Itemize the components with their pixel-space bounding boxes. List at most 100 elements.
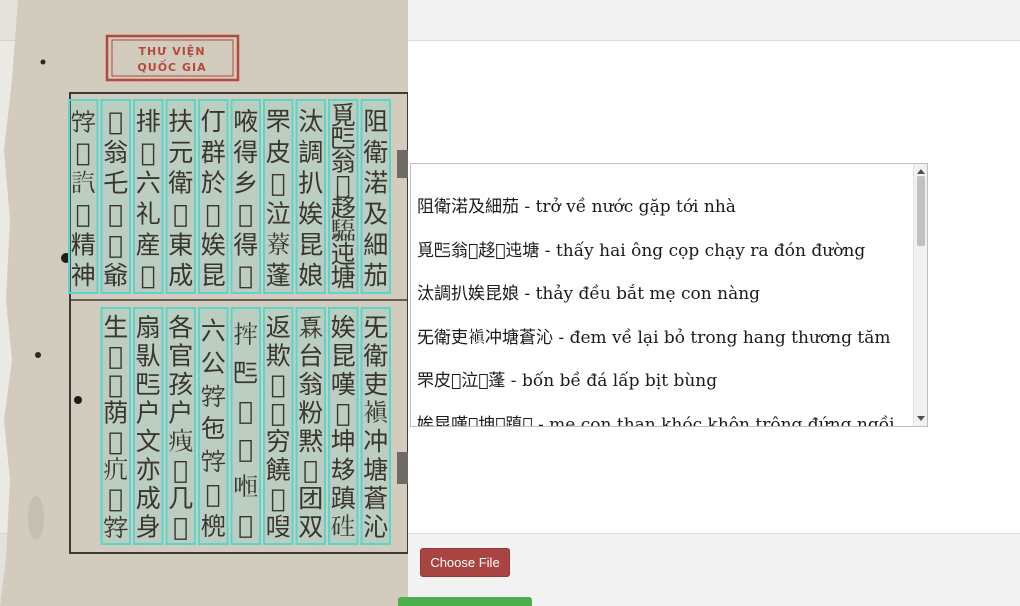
manuscript-glyph: 仃	[201, 107, 226, 136]
manuscript-glyph: 𠊛	[136, 342, 161, 371]
manuscript-glyph: 𫁰	[108, 200, 123, 229]
manuscript-glyph: 身	[136, 513, 161, 542]
manuscript-glyph: 神	[71, 261, 96, 290]
han-nom-text: 阻衛渃及細茄	[417, 197, 519, 217]
manuscript-glyph: 細	[363, 230, 388, 259]
manuscript-glyph: 塘	[363, 456, 388, 485]
manuscript-glyph: 欺	[266, 342, 291, 371]
manuscript-glyph: 嘆	[331, 370, 356, 399]
manuscript-glyph: 乇	[103, 169, 128, 198]
manuscript-glyph: 塘	[331, 263, 356, 292]
vietnamese-text: trở về nước gặp tới nhà	[535, 197, 736, 217]
separator: -	[532, 414, 550, 427]
manuscript-glyph: 調	[298, 138, 323, 167]
vietnamese-text: thảy đều bắt mẹ con nàng	[535, 284, 761, 304]
manuscript-glyph: 汰	[298, 107, 323, 136]
manuscript-glyph: 娭	[331, 313, 356, 342]
manuscript-glyph: 成	[136, 484, 161, 513]
transcription-line: 旡衛吏𧜖冲塘蒼沁 - đem về lại bỏ trong hang thươ…	[417, 323, 911, 367]
manuscript-glyph: 𨁪	[108, 427, 123, 456]
manuscript-glyph: 𥑥	[331, 513, 356, 542]
manuscript-glyph: 蓬	[266, 261, 291, 290]
manuscript-glyph: 東	[168, 230, 193, 259]
separator: -	[519, 197, 536, 217]
manuscript-glyph: 娘	[298, 261, 323, 290]
transcription-line: 娭昆嘆𠸗坤𠫾蹎𥑥 - mẹ con than khóc khôn trông đ…	[417, 410, 911, 427]
manuscript-glyph: 吏	[363, 370, 388, 399]
scroll-down-arrow-icon[interactable]	[917, 416, 925, 421]
manuscript-glyph: 官	[168, 342, 193, 371]
manuscript-glyph: 昆	[298, 230, 323, 259]
manuscript-glyph: 成	[168, 261, 193, 290]
manuscript-glyph: 得	[233, 230, 258, 259]
manuscript-glyph: 爺	[103, 261, 128, 290]
manuscript-glyph: 𠀧	[233, 359, 258, 388]
transcription-line: 覓𠀧翁𤠄趍𩧍迍塘 - thấy hai ông cọp chạy ra đón …	[417, 236, 911, 280]
manuscript-glyph: 翁	[298, 370, 323, 399]
manuscript-glyph: 𡨸	[201, 447, 226, 476]
manuscript-glyph: 六	[201, 316, 226, 345]
manuscript-glyph: 蹎	[331, 484, 356, 513]
manuscript-glyph: 皮	[266, 138, 291, 167]
manuscript-glyph: 娭	[201, 230, 226, 259]
manuscript-glyph: 𡛔	[108, 230, 123, 259]
transcription-line: 罘皮𢬗泣𦼔蓬 - bốn bề đá lấp bịt bùng	[417, 366, 911, 410]
scrollbar[interactable]	[913, 164, 927, 426]
manuscript-glyph: 翁	[103, 138, 128, 167]
han-nom-text: 汰調扒娭昆娘	[417, 284, 519, 304]
manuscript-glyph: 及	[363, 200, 388, 229]
han-nom-text: 娭昆嘆𠸗坤𠫾蹎𥑥	[417, 414, 533, 427]
manuscript-glyph: 粉	[298, 399, 323, 428]
choose-file-button[interactable]: Choose File	[420, 548, 510, 577]
manuscript-glyph: 罘	[266, 107, 291, 136]
manuscript-glyph: 𡛔	[238, 200, 253, 229]
transcription-panel[interactable]: 阻衛渃及細茄 - trở về nước gặp tới nhà 覓𠀧翁𤠄趍𩧍迍塘…	[410, 163, 928, 427]
manuscript-glyph: 𤵺	[168, 427, 193, 456]
manuscript-glyph: 穷	[266, 427, 291, 456]
svg-text:THƯ VIỆN: THƯ VIỆN	[138, 45, 205, 58]
manuscript-glyph: 𡦂	[201, 382, 226, 411]
manuscript-glyph: 排	[136, 107, 161, 136]
manuscript-glyph: 几	[168, 484, 193, 513]
manuscript-glyph: 産	[136, 230, 161, 259]
manuscript-glyph: 黙	[298, 427, 323, 456]
manuscript-glyph: 𢬗	[238, 397, 253, 426]
manuscript-glyph: 荫	[103, 399, 128, 428]
manuscript-glyph: 户	[136, 399, 161, 428]
manuscript-glyph: 团	[298, 484, 323, 513]
manuscript-glyph: 𣋀	[206, 479, 221, 508]
scrollbar-thumb[interactable]	[917, 176, 925, 246]
scroll-up-arrow-icon[interactable]	[917, 169, 925, 174]
manuscript-glyph: 𥚄	[206, 200, 221, 229]
han-nom-text: 旡衛吏𧜖冲塘蒼沁	[417, 327, 553, 348]
han-nom-text: 覓𠀧翁𤠄趍𩧍迍塘	[417, 240, 540, 261]
manuscript-scan-image: THƯ VIỆN QUỐC GIA 阻衛渃及細茄覓𠀧翁𤠄趍𩧍迍塘汰調扒娭昆娘罘皮…	[0, 0, 408, 606]
vietnamese-text: bốn bề đá lấp bịt bùng	[521, 371, 718, 391]
manuscript-glyph: 精	[71, 230, 96, 259]
manuscript-glyph: 台	[298, 342, 323, 371]
separator: -	[553, 327, 570, 348]
manuscript-glyph: 衛	[363, 342, 388, 371]
manuscript-glyph: 𢬣	[108, 370, 123, 399]
manuscript-glyph: 㐌	[201, 414, 226, 443]
manuscript-glyph: 昆	[331, 342, 356, 371]
manuscript-glyph: 𦼔	[266, 230, 291, 259]
manuscript-glyph: 公	[201, 349, 226, 378]
manuscript-glyph: 饒	[266, 456, 291, 485]
manuscript-glyph: 扶	[168, 107, 193, 136]
submit-button[interactable]	[398, 597, 532, 606]
manuscript-glyph: 𡦂	[103, 513, 128, 542]
manuscript-glyph: 六	[136, 169, 161, 198]
manuscript-glyph: 𠫾	[331, 456, 356, 485]
manuscript-glyph: 𡨸	[71, 107, 96, 136]
manuscript-glyph: 𠷐	[233, 473, 258, 502]
manuscript-glyph: 乡	[233, 169, 258, 198]
manuscript-glyph: 𤾓	[298, 313, 323, 342]
manuscript-glyph: 𨂔	[141, 138, 156, 167]
manuscript-glyph: 𨁮	[271, 484, 286, 513]
manuscript-glyph: 渃	[363, 169, 388, 198]
manuscript-glyph: 衛	[363, 138, 388, 167]
manuscript-glyph: 泣	[266, 200, 291, 229]
lower-text-block: 旡衛吏𧜖冲塘蒼沁娭昆嘆𠸗坤𠫾蹎𥑥𤾓台翁粉黙𠻀团双返欺𢜠𦋦穷饒𨁮㖬𢭂𠀧𢬗𠻃𠷐𩛷六公…	[100, 307, 391, 545]
manuscript-glyph: 𠸗	[336, 399, 351, 428]
